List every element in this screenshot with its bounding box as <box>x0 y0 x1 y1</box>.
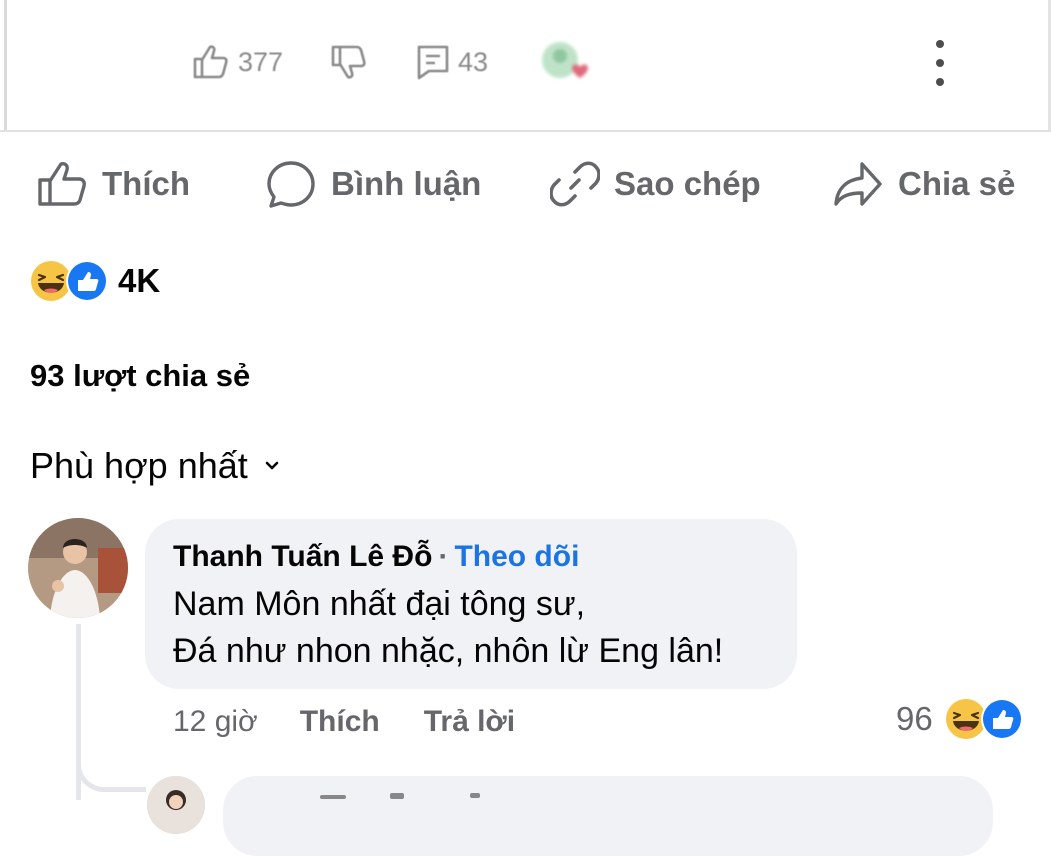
comment-author-line: Thanh Tuấn Lê Đỗ · Theo dõi <box>173 537 769 577</box>
embed-reaction-avatar-icon <box>538 38 594 88</box>
embed-more-icon <box>925 40 955 86</box>
embedded-post-image: 377 43 <box>0 0 1051 132</box>
share-count-link[interactable]: 93 lượt chia sẻ <box>30 358 250 394</box>
comment-sort-dropdown[interactable]: Phù hợp nhất <box>30 442 280 490</box>
comment-text-line-1: Nam Môn nhất đại tông sư, <box>173 585 586 623</box>
share-button[interactable]: Chia sẻ <box>832 158 1015 210</box>
comment-like-button[interactable]: Thích <box>300 705 380 739</box>
comment-reply-button[interactable]: Trả lời <box>424 705 515 739</box>
author-separator: · <box>438 540 449 573</box>
like-reaction-icon <box>66 260 108 302</box>
haha-emoji-icon <box>945 699 986 739</box>
embed-dislike-stat <box>330 38 368 86</box>
embed-comment-stat: 43 <box>416 38 488 86</box>
post-action-bar: Thích Bình luận Sao chép Chia sẻ <box>0 140 1051 230</box>
comment-bubble: Thanh Tuấn Lê Đỗ · Theo dõi Nam Môn nhất đ… <box>145 519 797 689</box>
follow-button[interactable]: Theo dõi <box>454 540 579 573</box>
comment-button[interactable]: Bình luận <box>265 158 481 210</box>
like-button[interactable]: Thích <box>36 158 190 210</box>
haha-emoji-icon <box>31 261 71 301</box>
reaction-summary[interactable]: 4K <box>28 258 160 304</box>
embed-like-count: 377 <box>238 46 284 77</box>
reaction-emoji-stack <box>28 258 112 304</box>
commenter-avatar[interactable] <box>28 518 128 618</box>
embed-like-stat: 377 <box>192 38 283 86</box>
reply-bubble <box>223 776 993 856</box>
link-icon <box>550 161 600 207</box>
like-reaction-icon <box>980 698 1023 740</box>
copy-link-button-label: Sao chép <box>614 165 761 202</box>
thumbs-up-outline-icon <box>193 45 228 79</box>
embed-bottom-edge <box>0 130 1051 132</box>
reply-thread-curve <box>76 730 146 792</box>
comment-button-label: Bình luận <box>331 165 482 202</box>
reply-author-cutoff <box>290 789 490 800</box>
embed-comment-count: 43 <box>458 46 489 77</box>
like-button-label: Thích <box>102 165 190 202</box>
reply-avatar[interactable] <box>147 776 205 834</box>
comment-text-line-2: Đá như nhon nhặc, nhôn lừ Eng lân! <box>173 632 724 670</box>
thumbs-up-icon <box>38 162 86 206</box>
share-button-label: Chia sẻ <box>898 165 1016 202</box>
comment-reaction-emoji-stack <box>943 696 1027 742</box>
embed-frame-left <box>4 0 7 132</box>
comment-sort-label: Phù hợp nhất <box>30 445 248 486</box>
comment-text: Nam Môn nhất đại tông sư, Đá như nhon nh… <box>173 581 769 675</box>
comment-author-name[interactable]: Thanh Tuấn Lê Đỗ <box>173 540 432 573</box>
comment-timestamp[interactable]: 12 giờ <box>173 705 258 739</box>
share-arrow-icon <box>834 162 882 206</box>
comment-outline-icon <box>417 45 449 80</box>
comment-reactions[interactable]: 96 <box>896 694 1027 744</box>
chevron-down-icon <box>265 461 279 470</box>
copy-link-button[interactable]: Sao chép <box>550 158 761 210</box>
comment-bubble-icon <box>267 161 315 208</box>
reaction-count: 4K <box>118 262 161 299</box>
comment-reaction-count: 96 <box>896 700 933 737</box>
comment-meta: 12 giờ Thích Trả lời <box>173 700 515 744</box>
thumbs-down-outline-icon <box>331 45 366 79</box>
